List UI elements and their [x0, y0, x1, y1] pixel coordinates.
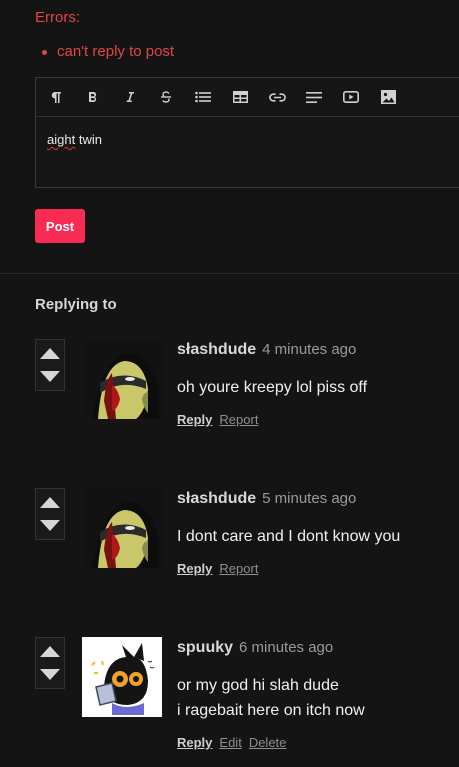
reply-link[interactable]: Reply: [177, 735, 212, 750]
comment-body: oh youre kreepy lol piss off: [177, 375, 367, 400]
table-icon[interactable]: [228, 85, 252, 109]
error-item: can't reply to post: [41, 43, 175, 60]
reply-link[interactable]: Reply: [177, 412, 212, 427]
strikethrough-icon[interactable]: [154, 85, 178, 109]
avatar[interactable]: [82, 488, 162, 568]
editor-word: twin: [78, 132, 102, 147]
align-icon[interactable]: [302, 85, 326, 109]
downvote-arrow-icon[interactable]: [40, 371, 60, 382]
errors-title: Errors:: [35, 9, 80, 26]
bullet-list-icon[interactable]: [191, 85, 215, 109]
reply-editor[interactable]: aight twin: [35, 77, 459, 188]
avatar[interactable]: [82, 339, 162, 419]
report-link[interactable]: Report: [219, 412, 258, 427]
section-divider: [0, 273, 459, 274]
pilcrow-icon[interactable]: [44, 85, 68, 109]
italic-icon[interactable]: [118, 85, 142, 109]
comment-timestamp[interactable]: 6 minutes ago: [239, 639, 333, 656]
comment: spuuky 6 minutes ago or my god hi slah du…: [0, 637, 459, 767]
comment-text-line: I dont care and I dont know you: [177, 528, 401, 545]
avatar[interactable]: [82, 637, 162, 717]
comment-timestamp[interactable]: 4 minutes ago: [262, 341, 356, 358]
comment-actions: Reply Report: [177, 412, 265, 427]
upvote-arrow-icon[interactable]: [40, 348, 60, 359]
downvote-arrow-icon[interactable]: [40, 669, 60, 680]
video-icon[interactable]: [339, 85, 363, 109]
comment-actions: Reply Report: [177, 561, 265, 576]
comment-text-line: or my god hi slah dude: [177, 677, 339, 694]
comment: słashdude 5 minutes ago I dont care and I…: [0, 488, 459, 618]
comment-username[interactable]: spuuky: [177, 639, 233, 656]
bold-icon[interactable]: [81, 85, 105, 109]
comment-username[interactable]: słashdude: [177, 490, 256, 507]
editor-content[interactable]: aight twin: [47, 132, 102, 147]
comment-actions: Reply Edit Delete: [177, 735, 293, 750]
editor-toolbar: [36, 78, 459, 117]
post-button[interactable]: Post: [35, 209, 85, 243]
delete-link[interactable]: Delete: [249, 735, 287, 750]
comment-username[interactable]: słashdude: [177, 341, 256, 358]
misspelled-word: aight: [47, 132, 76, 147]
edit-link[interactable]: Edit: [219, 735, 241, 750]
upvote-arrow-icon[interactable]: [40, 646, 60, 657]
report-link[interactable]: Report: [219, 561, 258, 576]
comment-body: I dont care and I dont know you: [177, 524, 400, 549]
upvote-arrow-icon[interactable]: [40, 497, 60, 508]
vote-widget: [35, 488, 65, 540]
link-icon[interactable]: [265, 85, 289, 109]
errors-list: can't reply to post: [41, 43, 175, 60]
vote-widget: [35, 637, 65, 689]
comment-timestamp[interactable]: 5 minutes ago: [262, 490, 356, 507]
image-icon[interactable]: [376, 85, 400, 109]
vote-widget: [35, 339, 65, 391]
comment: słashdude 4 minutes ago oh youre kreepy l…: [0, 339, 459, 469]
comment-body: or my god hi slah dude i ragebait here o…: [177, 673, 365, 723]
comment-text-line: i ragebait here on itch now: [177, 702, 365, 719]
downvote-arrow-icon[interactable]: [40, 520, 60, 531]
replying-to-heading: Replying to: [35, 296, 117, 313]
reply-link[interactable]: Reply: [177, 561, 212, 576]
comment-text-line: oh youre kreepy lol piss off: [177, 379, 368, 396]
